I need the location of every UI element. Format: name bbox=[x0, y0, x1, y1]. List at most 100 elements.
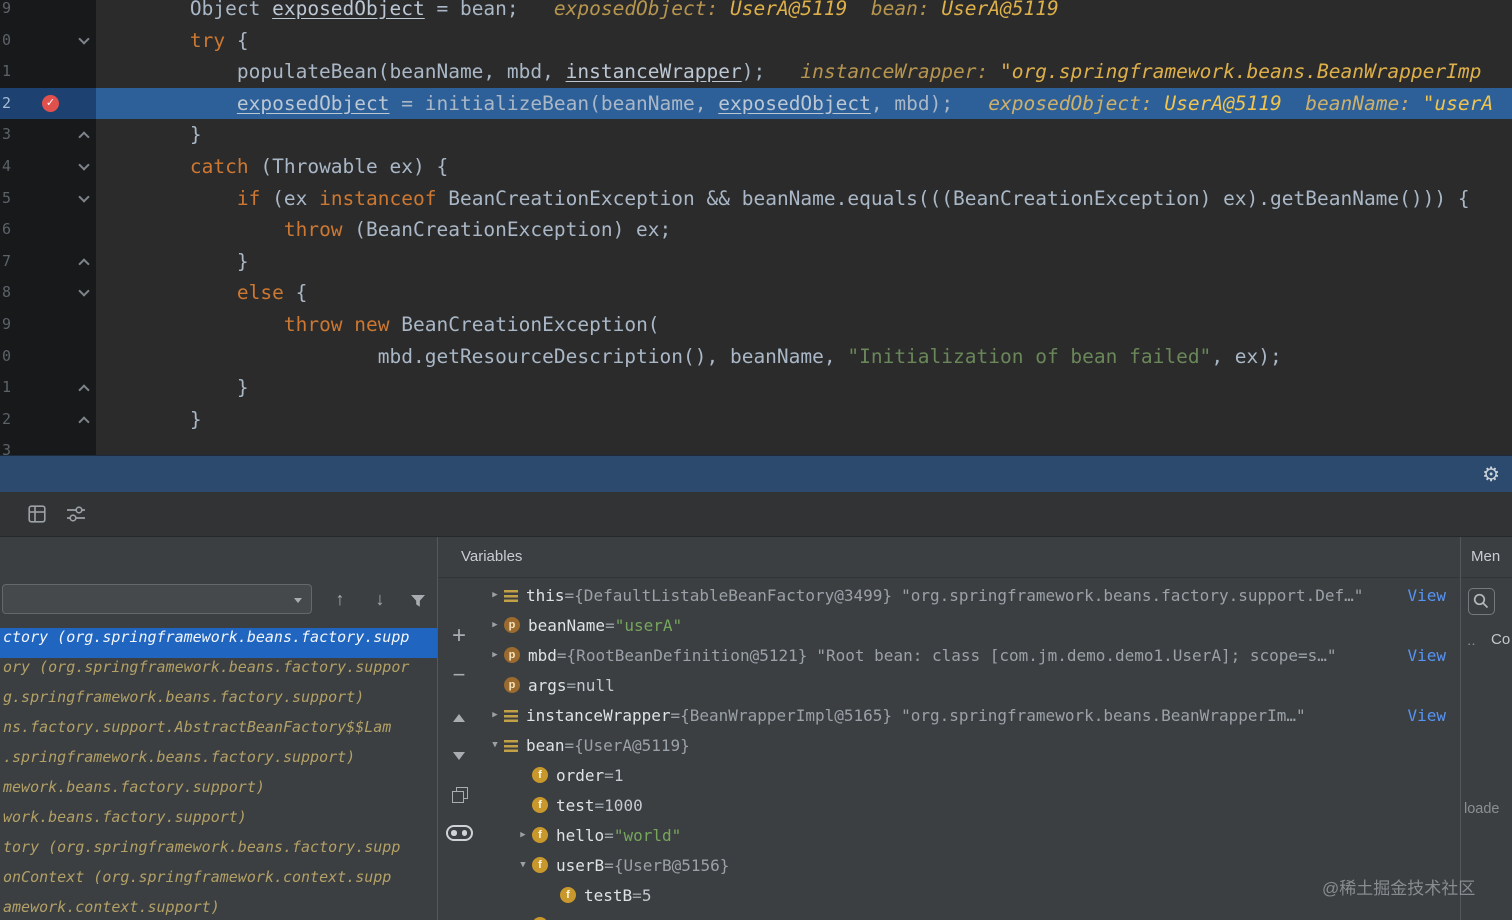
variable-row[interactable]: ▶ p beanName = "userA" bbox=[480, 610, 1460, 640]
fold-marker-icon[interactable] bbox=[78, 190, 90, 203]
variable-value: 1 bbox=[613, 765, 624, 785]
breakpoint-icon[interactable]: ✓ bbox=[42, 94, 59, 112]
memory-search-button[interactable] bbox=[1468, 588, 1495, 615]
line-number: 2 bbox=[2, 409, 12, 428]
thread-selector-dropdown[interactable] bbox=[2, 584, 312, 614]
move-down-button[interactable] bbox=[438, 752, 480, 760]
code-line: if (ex instanceof BeanCreationException … bbox=[236, 186, 1470, 210]
line-number: 9 bbox=[2, 0, 12, 17]
variable-row[interactable]: ▼ f userB = {UserB@5156} bbox=[480, 850, 1460, 880]
expand-chevron-icon[interactable]: ▼ bbox=[486, 740, 504, 750]
fold-marker-icon[interactable] bbox=[78, 384, 90, 396]
gutter-row: 0 bbox=[0, 341, 96, 373]
variable-name: userB bbox=[556, 855, 605, 875]
equals-sign: = bbox=[670, 705, 681, 725]
variable-icon bbox=[504, 740, 518, 752]
add-watch-button[interactable]: + bbox=[438, 624, 480, 648]
show-watches-button[interactable] bbox=[438, 825, 480, 841]
variable-row[interactable]: p args = null bbox=[480, 670, 1460, 700]
expand-chevron-icon[interactable]: ▶ bbox=[514, 830, 532, 840]
equals-sign: = bbox=[556, 645, 567, 665]
expand-chevron-icon[interactable]: ▶ bbox=[486, 620, 504, 630]
gutter-row: 5 bbox=[0, 183, 96, 215]
fold-marker-icon[interactable] bbox=[78, 258, 90, 270]
variable-value: 5 bbox=[641, 885, 652, 905]
variable-row[interactable]: f test = 1000 bbox=[480, 790, 1460, 820]
stack-frame[interactable]: ory (org.springframework.beans.factory.s… bbox=[0, 658, 437, 688]
variable-detail: "org.springframework.beans.factory.suppo… bbox=[901, 585, 1364, 605]
variable-row[interactable]: ▶ f hello = "world" bbox=[480, 820, 1460, 850]
code-line: } bbox=[96, 123, 202, 147]
variable-row[interactable]: ▶ p mbd = {RootBeanDefinition@5121} "Root b… bbox=[480, 640, 1460, 670]
view-link[interactable]: View bbox=[1403, 705, 1446, 725]
stack-frame[interactable]: tory (org.springframework.beans.factory.… bbox=[0, 838, 437, 868]
settings-sliders-button[interactable] bbox=[66, 506, 86, 527]
variable-value: null bbox=[576, 675, 615, 695]
inline-debug-hint: UserA@5119 bbox=[941, 0, 1059, 20]
stack-frame[interactable]: ctory (org.springframework.beans.factory… bbox=[0, 628, 437, 658]
gutter-row: 9 bbox=[0, 309, 96, 341]
inline-debug-hint: UserA@5119 bbox=[729, 0, 848, 20]
code-line: mbd.getResourceDescription(), beanName, … bbox=[96, 344, 1282, 368]
frames-up-button[interactable]: ↑ bbox=[326, 584, 354, 614]
variable-row[interactable]: f testB = 5 bbox=[480, 880, 1460, 910]
view-link[interactable]: View bbox=[1403, 645, 1446, 665]
expand-chevron-icon[interactable]: ▶ bbox=[486, 650, 504, 660]
fold-marker-icon[interactable] bbox=[78, 159, 90, 171]
frames-panel: ↑ ↓ ctory (org.springframework.beans.fac… bbox=[0, 537, 437, 920]
variable-row[interactable]: ▼ bean = {UserA@5119} bbox=[480, 730, 1460, 760]
variable-name: test bbox=[556, 795, 595, 815]
stack-frame[interactable]: ns.factory.support.AbstractBeanFactory$$… bbox=[0, 718, 437, 748]
variable-value: 1000 bbox=[604, 795, 643, 815]
variable-row[interactable]: f order = 1 bbox=[480, 760, 1460, 790]
gutter-row: 1 bbox=[0, 372, 96, 404]
frames-down-button[interactable]: ↓ bbox=[366, 584, 394, 614]
variable-row[interactable]: ▶ instanceWrapper = {BeanWrapperImpl@5165… bbox=[480, 700, 1460, 730]
fold-marker-icon[interactable] bbox=[78, 131, 90, 144]
move-up-button[interactable] bbox=[438, 714, 480, 722]
code-line: throw new BeanCreationException( bbox=[283, 312, 660, 336]
duplicate-watch-button[interactable] bbox=[438, 787, 480, 803]
gutter-row: 4 bbox=[0, 151, 96, 183]
stack-frame[interactable]: g.springframework.beans.factory.support) bbox=[0, 688, 437, 718]
remove-watch-button[interactable]: − bbox=[438, 664, 480, 686]
equals-sign: = bbox=[604, 765, 614, 785]
equals-sign: = bbox=[564, 585, 575, 605]
stack-frame[interactable]: work.beans.factory.support) bbox=[0, 808, 437, 838]
code-line: exposedObject = initializeBean(beanName,… bbox=[96, 87, 1512, 120]
inline-debug-hint: UserA@5119 bbox=[1164, 91, 1282, 115]
field-icon: f bbox=[532, 797, 548, 813]
frames-filter-button[interactable] bbox=[404, 588, 432, 618]
stack-frame[interactable]: amework.context.support) bbox=[0, 898, 437, 920]
expand-chevron-icon[interactable]: ▶ bbox=[486, 710, 504, 720]
memory-count-column-label: Co bbox=[1491, 631, 1511, 648]
stack-frame[interactable]: mework.beans.factory.support) bbox=[0, 778, 437, 808]
fold-marker-icon[interactable] bbox=[78, 285, 90, 298]
variables-tree: ▶ this = {DefaultListableBeanFactory@3499… bbox=[480, 580, 1460, 920]
variable-row[interactable]: f bbox=[480, 910, 1460, 920]
field-icon: f bbox=[532, 857, 548, 873]
parameter-icon: p bbox=[504, 617, 520, 633]
watermark-text: @稀土掘金技术社区 bbox=[1322, 879, 1476, 898]
variable-name: testB bbox=[584, 885, 633, 905]
inline-debug-hint: beanName: bbox=[1281, 91, 1423, 115]
expand-chevron-icon[interactable]: ▶ bbox=[486, 590, 504, 600]
expand-chevron-icon[interactable]: ▼ bbox=[514, 860, 532, 870]
layout-grid-button[interactable] bbox=[28, 505, 46, 528]
equals-sign: = bbox=[604, 825, 614, 845]
stack-frame[interactable]: .springframework.beans.factory.support) bbox=[0, 748, 437, 778]
fold-marker-icon[interactable] bbox=[78, 32, 90, 45]
stack-frame[interactable]: onContext (org.springframework.context.s… bbox=[0, 868, 437, 898]
memory-loaded-label: loade bbox=[1464, 801, 1500, 817]
settings-gear-button[interactable]: ⚙ bbox=[1482, 462, 1500, 487]
editor-gutter: 9 0 1 2 ✓ 3 4 5 6 7 8 9 0 1 2 3 bbox=[0, 0, 96, 455]
variable-name: beanName bbox=[528, 615, 606, 635]
variable-row[interactable]: ▶ this = {DefaultListableBeanFactory@3499… bbox=[480, 580, 1460, 610]
code-line: } bbox=[96, 407, 202, 431]
view-link[interactable]: View bbox=[1403, 585, 1446, 605]
fold-marker-icon[interactable] bbox=[78, 416, 90, 428]
code-editor: 9 0 1 2 ✓ 3 4 5 6 7 8 9 0 1 2 3 Object exposedObject = … bbox=[0, 0, 1512, 455]
variable-name: hello bbox=[556, 825, 605, 845]
variable-name: order bbox=[556, 765, 605, 785]
chevron-down-icon bbox=[294, 598, 302, 603]
